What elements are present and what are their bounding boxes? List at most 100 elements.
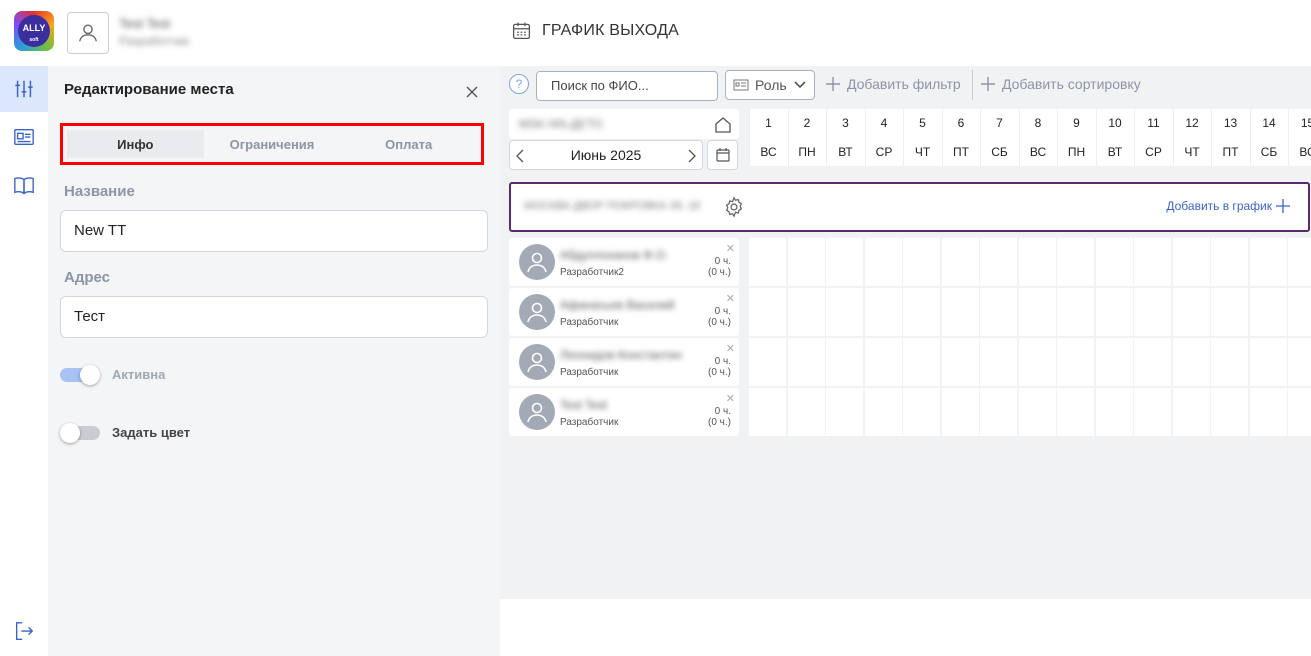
schedule-cell[interactable] [749, 338, 786, 386]
schedule-cell[interactable] [1249, 338, 1287, 386]
schedule-cell[interactable] [1057, 238, 1094, 286]
remove-employee-button[interactable]: ✕ [726, 292, 735, 305]
schedule-cell[interactable] [903, 338, 940, 386]
schedule-cell[interactable] [1288, 288, 1311, 336]
close-button[interactable] [462, 82, 482, 102]
schedule-cell[interactable] [1172, 338, 1210, 386]
schedule-cell[interactable] [1095, 338, 1133, 386]
schedule-cell[interactable] [1172, 238, 1210, 286]
toolbar-divider [972, 70, 973, 100]
app-logo[interactable]: ALLY soft [14, 11, 54, 51]
add-filter-button[interactable]: Добавить фильтр [825, 76, 961, 92]
schedule-cell[interactable] [1249, 288, 1287, 336]
schedule-cell[interactable] [1211, 288, 1248, 336]
rail-item-cards[interactable] [0, 114, 48, 160]
schedule-cell[interactable] [980, 338, 1017, 386]
schedule-cell[interactable] [1018, 288, 1056, 336]
schedule-cell[interactable] [1211, 338, 1248, 386]
schedule-cell[interactable] [787, 338, 825, 386]
user-avatar[interactable] [67, 12, 109, 54]
rail-item-logout[interactable] [0, 608, 48, 654]
schedule-area: ? Поиск по ФИО... Роль Добавить фильтр Д… [500, 66, 1311, 599]
schedule-cell[interactable] [787, 288, 825, 336]
schedule-cell[interactable] [1134, 338, 1171, 386]
remove-employee-button[interactable]: ✕ [726, 342, 735, 355]
tab-restrictions[interactable]: Ограничения [204, 130, 341, 158]
help-button[interactable]: ? [509, 74, 529, 94]
schedule-cell[interactable] [980, 238, 1017, 286]
employee-hours-total: (0 ч.) [708, 267, 731, 278]
schedule-cell[interactable] [1095, 288, 1133, 336]
schedule-cell[interactable] [826, 288, 863, 336]
schedule-cell[interactable] [941, 388, 979, 436]
schedule-cell[interactable] [787, 388, 825, 436]
schedule-cell[interactable] [1288, 238, 1311, 286]
schedule-cell[interactable] [826, 388, 863, 436]
schedule-cell[interactable] [1018, 338, 1056, 386]
gear-icon[interactable] [723, 196, 745, 218]
schedule-cell[interactable] [749, 238, 786, 286]
schedule-cell[interactable] [1057, 288, 1094, 336]
schedule-cell[interactable] [826, 238, 863, 286]
active-toggle[interactable] [60, 364, 100, 385]
tab-payment[interactable]: Оплата [340, 130, 477, 158]
schedule-cell[interactable] [1211, 388, 1248, 436]
schedule-cell[interactable] [1057, 388, 1094, 436]
remove-employee-button[interactable]: ✕ [726, 242, 735, 255]
employee-row[interactable]: Абдуллоханов Ф.О. Разработчик2 ✕ 0 ч. (0… [509, 238, 739, 286]
rail-item-docs[interactable] [0, 162, 48, 208]
schedule-cell[interactable] [1018, 238, 1056, 286]
schedule-cell[interactable] [941, 288, 979, 336]
tab-info[interactable]: Инфо [67, 130, 204, 158]
schedule-cell[interactable] [980, 388, 1017, 436]
schedule-cell[interactable] [864, 288, 902, 336]
search-input[interactable]: Поиск по ФИО... [536, 71, 718, 101]
schedule-cell[interactable] [864, 238, 902, 286]
add-to-schedule-button[interactable]: Добавить в график [1166, 199, 1290, 213]
schedule-cell[interactable] [1134, 288, 1171, 336]
color-toggle[interactable] [60, 422, 100, 443]
schedule-cell[interactable] [903, 388, 940, 436]
calendar-button[interactable] [707, 140, 738, 170]
schedule-cell[interactable] [941, 238, 979, 286]
schedule-cell[interactable] [1172, 288, 1210, 336]
schedule-cell[interactable] [864, 388, 902, 436]
schedule-cell[interactable] [1288, 338, 1311, 386]
employee-hours-total: (0 ч.) [708, 367, 731, 378]
employee-role: Разработчик2 [560, 267, 624, 278]
schedule-cell[interactable] [864, 338, 902, 386]
remove-employee-button[interactable]: ✕ [726, 392, 735, 405]
rail-item-filters[interactable] [0, 66, 48, 112]
chevron-right-icon[interactable] [686, 148, 698, 164]
day-column: 8 ВС [1018, 109, 1057, 166]
schedule-cell[interactable] [787, 238, 825, 286]
add-sort-button[interactable]: Добавить сортировку [980, 76, 1141, 92]
schedule-cell[interactable] [1211, 238, 1248, 286]
address-input[interactable]: Тест [60, 296, 488, 338]
employee-row[interactable]: Test Test Разработчик ✕ 0 ч. (0 ч.) [509, 388, 739, 436]
home-icon[interactable] [714, 116, 732, 134]
schedule-cell[interactable] [1095, 238, 1133, 286]
schedule-cell[interactable] [1172, 388, 1210, 436]
schedule-cell[interactable] [1134, 238, 1171, 286]
employee-row[interactable]: Леонидов Константин Разработчик ✕ 0 ч. (… [509, 338, 739, 386]
schedule-cell[interactable] [1249, 388, 1287, 436]
add-sort-label: Добавить сортировку [1002, 76, 1141, 92]
schedule-cell[interactable] [1134, 388, 1171, 436]
schedule-cell[interactable] [1095, 388, 1133, 436]
schedule-cell[interactable] [941, 338, 979, 386]
schedule-cell[interactable] [826, 338, 863, 386]
employee-row[interactable]: Афанасьев Василий Разработчик ✕ 0 ч. (0 … [509, 288, 739, 336]
schedule-cell[interactable] [749, 288, 786, 336]
schedule-cell[interactable] [749, 388, 786, 436]
role-select[interactable]: Роль [725, 70, 815, 100]
schedule-cell[interactable] [1249, 238, 1287, 286]
schedule-cell[interactable] [980, 288, 1017, 336]
name-input[interactable]: New TT [60, 210, 488, 252]
schedule-cell[interactable] [1288, 388, 1311, 436]
schedule-cell[interactable] [903, 288, 940, 336]
place-selector[interactable]: MSK-NN-ДЕТО [509, 109, 739, 139]
schedule-cell[interactable] [1057, 338, 1094, 386]
schedule-cell[interactable] [903, 238, 940, 286]
schedule-cell[interactable] [1018, 388, 1056, 436]
